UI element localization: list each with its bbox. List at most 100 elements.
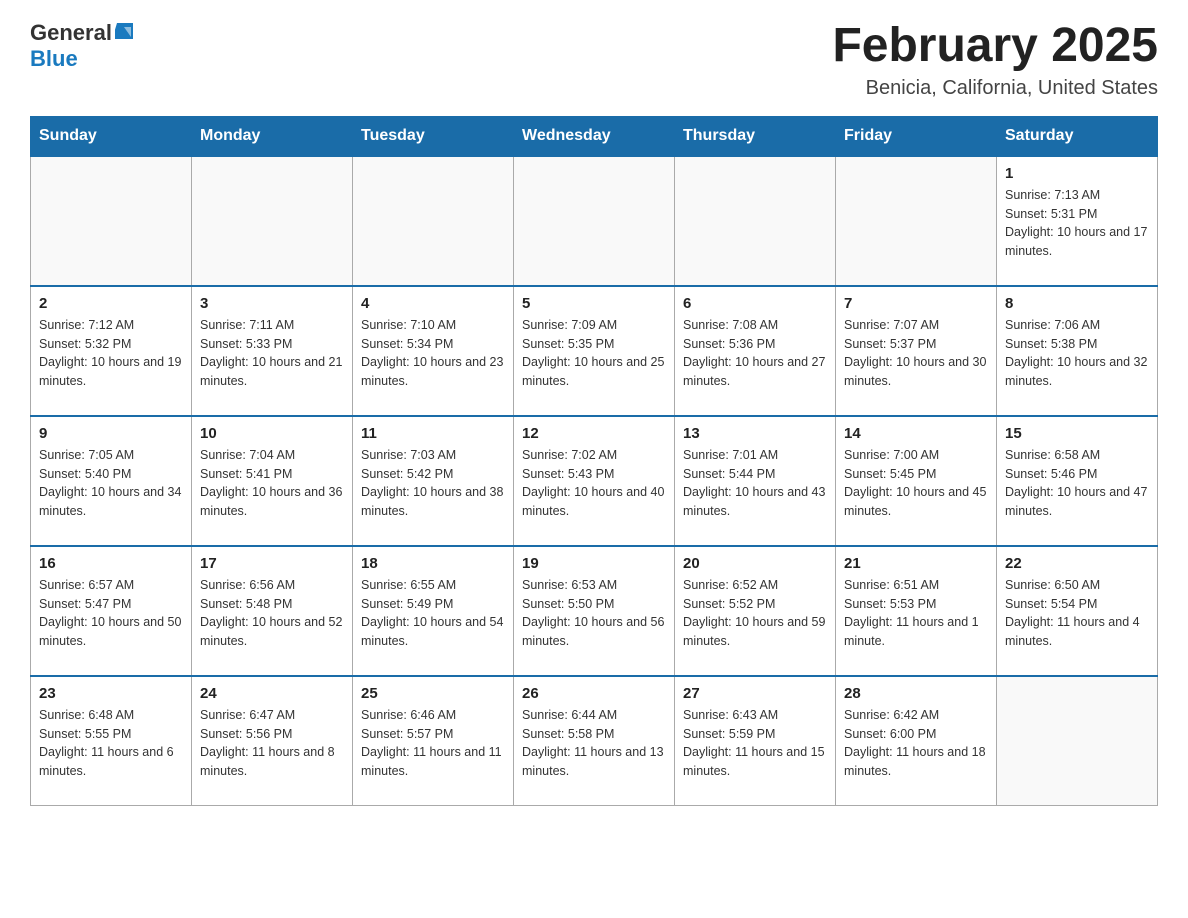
calendar-cell <box>192 156 353 286</box>
day-number: 13 <box>683 425 827 442</box>
calendar-header: SundayMondayTuesdayWednesdayThursdayFrid… <box>31 116 1158 156</box>
day-info: Sunrise: 7:10 AMSunset: 5:34 PMDaylight:… <box>361 316 505 391</box>
calendar-cell: 4 Sunrise: 7:10 AMSunset: 5:34 PMDaylight… <box>353 286 514 416</box>
calendar-cell: 1Sunrise: 7:13 AMSunset: 5:31 PMDaylight… <box>997 156 1158 286</box>
day-number: 9 <box>39 425 183 442</box>
calendar-week-row: 1Sunrise: 7:13 AMSunset: 5:31 PMDaylight… <box>31 156 1158 286</box>
day-info: Sunrise: 7:05 AMSunset: 5:40 PMDaylight:… <box>39 446 183 521</box>
weekday-header-friday: Friday <box>836 116 997 156</box>
day-info: Sunrise: 6:52 AMSunset: 5:52 PMDaylight:… <box>683 576 827 651</box>
weekday-header-saturday: Saturday <box>997 116 1158 156</box>
day-info: Sunrise: 6:51 AMSunset: 5:53 PMDaylight:… <box>844 576 988 651</box>
day-number: 3 <box>200 295 344 312</box>
calendar-cell: 10Sunrise: 7:04 AMSunset: 5:41 PMDayligh… <box>192 416 353 546</box>
day-info: Sunrise: 6:55 AMSunset: 5:49 PMDaylight:… <box>361 576 505 651</box>
calendar-cell: 3 Sunrise: 7:11 AMSunset: 5:33 PMDaylight… <box>192 286 353 416</box>
logo-arrow-icon <box>115 23 133 44</box>
day-number: 6 <box>683 295 827 312</box>
day-info: Sunrise: 7:04 AMSunset: 5:41 PMDaylight:… <box>200 446 344 521</box>
day-info: Sunrise: 7:12 AMSunset: 5:32 PMDaylight:… <box>39 316 183 391</box>
weekday-header-wednesday: Wednesday <box>514 116 675 156</box>
calendar-cell <box>675 156 836 286</box>
day-info: Sunrise: 6:46 AMSunset: 5:57 PMDaylight:… <box>361 706 505 781</box>
day-number: 28 <box>844 685 988 702</box>
calendar-week-row: 9 Sunrise: 7:05 AMSunset: 5:40 PMDaylight… <box>31 416 1158 546</box>
calendar-week-row: 2 Sunrise: 7:12 AMSunset: 5:32 PMDaylight… <box>31 286 1158 416</box>
calendar-cell: 23 Sunrise: 6:48 AMSunset: 5:55 PMDayligh… <box>31 676 192 806</box>
day-number: 21 <box>844 555 988 572</box>
calendar-cell: 26 Sunrise: 6:44 AMSunset: 5:58 PMDayligh… <box>514 676 675 806</box>
weekday-header-row: SundayMondayTuesdayWednesdayThursdayFrid… <box>31 116 1158 156</box>
day-info: Sunrise: 6:47 AMSunset: 5:56 PMDaylight:… <box>200 706 344 781</box>
logo-general-text: General <box>30 20 112 46</box>
title-block: February 2025 Benicia, California, Unite… <box>832 20 1158 100</box>
calendar-cell: 9 Sunrise: 7:05 AMSunset: 5:40 PMDaylight… <box>31 416 192 546</box>
day-number: 2 <box>39 295 183 312</box>
day-number: 26 <box>522 685 666 702</box>
day-number: 19 <box>522 555 666 572</box>
calendar-cell: 20Sunrise: 6:52 AMSunset: 5:52 PMDayligh… <box>675 546 836 676</box>
weekday-header-sunday: Sunday <box>31 116 192 156</box>
calendar-cell <box>353 156 514 286</box>
day-number: 1 <box>1005 165 1149 182</box>
calendar-cell: 22Sunrise: 6:50 AMSunset: 5:54 PMDayligh… <box>997 546 1158 676</box>
page-header: General Blue February 2025 Benicia, Cali… <box>30 20 1158 100</box>
weekday-header-thursday: Thursday <box>675 116 836 156</box>
calendar-table: SundayMondayTuesdayWednesdayThursdayFrid… <box>30 116 1158 807</box>
calendar-cell <box>31 156 192 286</box>
day-number: 11 <box>361 425 505 442</box>
calendar-cell: 12 Sunrise: 7:02 AMSunset: 5:43 PMDayligh… <box>514 416 675 546</box>
calendar-cell: 5 Sunrise: 7:09 AMSunset: 5:35 PMDaylight… <box>514 286 675 416</box>
calendar-cell <box>997 676 1158 806</box>
weekday-header-monday: Monday <box>192 116 353 156</box>
calendar-cell: 8Sunrise: 7:06 AMSunset: 5:38 PMDaylight… <box>997 286 1158 416</box>
calendar-cell: 18 Sunrise: 6:55 AMSunset: 5:49 PMDayligh… <box>353 546 514 676</box>
day-number: 16 <box>39 555 183 572</box>
calendar-cell: 27Sunrise: 6:43 AMSunset: 5:59 PMDayligh… <box>675 676 836 806</box>
day-info: Sunrise: 6:44 AMSunset: 5:58 PMDaylight:… <box>522 706 666 781</box>
calendar-cell <box>514 156 675 286</box>
day-number: 18 <box>361 555 505 572</box>
month-title: February 2025 <box>832 20 1158 73</box>
day-number: 17 <box>200 555 344 572</box>
calendar-cell: 16 Sunrise: 6:57 AMSunset: 5:47 PMDayligh… <box>31 546 192 676</box>
day-info: Sunrise: 7:01 AMSunset: 5:44 PMDaylight:… <box>683 446 827 521</box>
day-number: 15 <box>1005 425 1149 442</box>
calendar-cell: 28 Sunrise: 6:42 AMSunset: 6:00 PMDayligh… <box>836 676 997 806</box>
calendar-cell: 25 Sunrise: 6:46 AMSunset: 5:57 PMDayligh… <box>353 676 514 806</box>
logo-blue-text: Blue <box>30 46 78 71</box>
calendar-cell: 21 Sunrise: 6:51 AMSunset: 5:53 PMDayligh… <box>836 546 997 676</box>
day-info: Sunrise: 6:58 AMSunset: 5:46 PMDaylight:… <box>1005 446 1149 521</box>
day-info: Sunrise: 7:09 AMSunset: 5:35 PMDaylight:… <box>522 316 666 391</box>
calendar-cell: 6Sunrise: 7:08 AMSunset: 5:36 PMDaylight… <box>675 286 836 416</box>
calendar-cell: 7Sunrise: 7:07 AMSunset: 5:37 PMDaylight… <box>836 286 997 416</box>
calendar-cell: 19Sunrise: 6:53 AMSunset: 5:50 PMDayligh… <box>514 546 675 676</box>
calendar-body: 1Sunrise: 7:13 AMSunset: 5:31 PMDaylight… <box>31 156 1158 806</box>
day-info: Sunrise: 7:11 AMSunset: 5:33 PMDaylight:… <box>200 316 344 391</box>
day-info: Sunrise: 7:02 AMSunset: 5:43 PMDaylight:… <box>522 446 666 521</box>
day-info: Sunrise: 6:57 AMSunset: 5:47 PMDaylight:… <box>39 576 183 651</box>
day-info: Sunrise: 7:03 AMSunset: 5:42 PMDaylight:… <box>361 446 505 521</box>
location-text: Benicia, California, United States <box>832 77 1158 100</box>
calendar-cell: 13 Sunrise: 7:01 AMSunset: 5:44 PMDayligh… <box>675 416 836 546</box>
calendar-cell: 17 Sunrise: 6:56 AMSunset: 5:48 PMDayligh… <box>192 546 353 676</box>
day-info: Sunrise: 6:50 AMSunset: 5:54 PMDaylight:… <box>1005 576 1149 651</box>
day-info: Sunrise: 6:56 AMSunset: 5:48 PMDaylight:… <box>200 576 344 651</box>
day-number: 4 <box>361 295 505 312</box>
calendar-week-row: 23 Sunrise: 6:48 AMSunset: 5:55 PMDayligh… <box>31 676 1158 806</box>
calendar-cell: 2 Sunrise: 7:12 AMSunset: 5:32 PMDaylight… <box>31 286 192 416</box>
calendar-cell: 11 Sunrise: 7:03 AMSunset: 5:42 PMDayligh… <box>353 416 514 546</box>
calendar-cell: 15 Sunrise: 6:58 AMSunset: 5:46 PMDayligh… <box>997 416 1158 546</box>
day-number: 12 <box>522 425 666 442</box>
day-info: Sunrise: 6:48 AMSunset: 5:55 PMDaylight:… <box>39 706 183 781</box>
day-number: 25 <box>361 685 505 702</box>
day-number: 23 <box>39 685 183 702</box>
day-number: 14 <box>844 425 988 442</box>
day-info: Sunrise: 7:00 AMSunset: 5:45 PMDaylight:… <box>844 446 988 521</box>
logo: General Blue <box>30 20 133 72</box>
calendar-week-row: 16 Sunrise: 6:57 AMSunset: 5:47 PMDayligh… <box>31 546 1158 676</box>
day-number: 7 <box>844 295 988 312</box>
calendar-cell <box>836 156 997 286</box>
day-info: Sunrise: 6:42 AMSunset: 6:00 PMDaylight:… <box>844 706 988 781</box>
day-number: 5 <box>522 295 666 312</box>
